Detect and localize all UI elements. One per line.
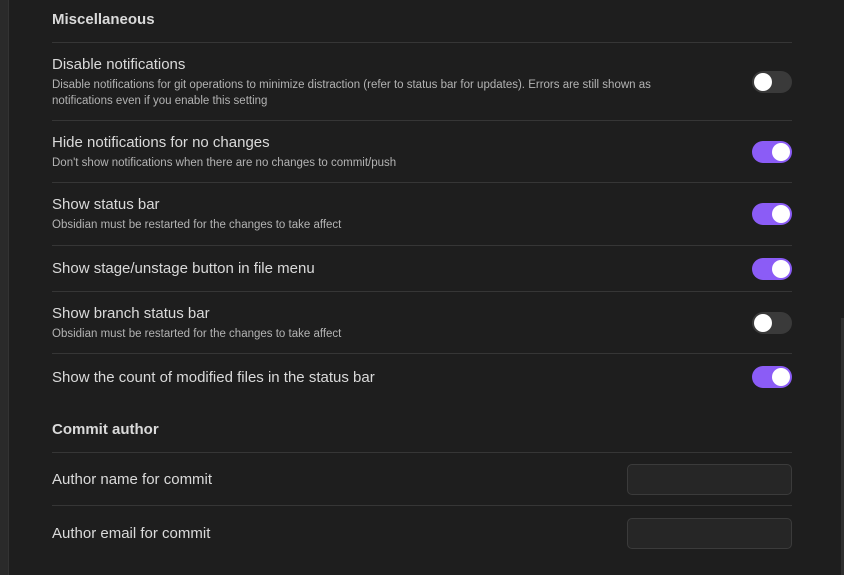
setting-description: Obsidian must be restarted for the chang…	[52, 219, 342, 231]
show-branch-status-bar-toggle[interactable]	[752, 311, 792, 334]
author-name-input[interactable]	[627, 463, 792, 495]
setting-description: Obsidian must be restarted for the chang…	[52, 327, 342, 340]
show-status-bar-toggle[interactable]	[752, 203, 792, 225]
setting-description: Disable notifications for git operations…	[52, 78, 651, 107]
setting-info: Disable notifications Disable notificati…	[52, 55, 752, 109]
toggle-knob	[772, 368, 790, 386]
section-heading-miscellaneous: Miscellaneous	[52, 0, 792, 43]
author-email-input[interactable]	[627, 517, 792, 549]
setting-info: Hide notifications for no changes Don't …	[52, 133, 752, 171]
setting-show-status-bar: Show status bar Obsidian must be restart…	[52, 183, 792, 246]
setting-show-stage-unstage-button: Show stage/unstage button in file menu	[52, 246, 792, 292]
setting-info: Author email for commit	[52, 524, 627, 543]
show-modified-files-count-toggle[interactable]	[752, 366, 792, 388]
scrollbar-track[interactable]	[840, 0, 844, 575]
setting-info: Show stage/unstage button in file menu	[52, 259, 752, 278]
setting-author-name: Author name for commit	[52, 453, 792, 506]
setting-name: Show stage/unstage button in file menu	[52, 260, 315, 277]
toggle-knob	[772, 259, 790, 278]
setting-info: Author name for commit	[52, 470, 627, 489]
setting-name: Hide notifications for no changes	[52, 133, 270, 151]
setting-name: Disable notifications	[52, 55, 186, 73]
setting-description: Don't show notifications when there are …	[52, 156, 397, 169]
section-heading-commit-author: Commit author	[52, 410, 792, 453]
setting-name: Show the count of modified files in the …	[52, 368, 375, 386]
setting-author-email: Author email for commit	[52, 506, 792, 560]
setting-info: Show status bar Obsidian must be restart…	[52, 195, 752, 233]
setting-show-branch-status-bar: Show branch status bar Obsidian must be …	[52, 292, 792, 354]
settings-content: Miscellaneous Disable notifications Disa…	[52, 0, 792, 560]
setting-disable-notifications: Disable notifications Disable notificati…	[52, 43, 792, 121]
setting-name: Show status bar	[52, 196, 160, 213]
disable-notifications-toggle[interactable]	[752, 70, 792, 93]
toggle-knob	[772, 205, 790, 223]
setting-hide-notifications-no-changes: Hide notifications for no changes Don't …	[52, 121, 792, 183]
hide-notifications-no-changes-toggle[interactable]	[752, 140, 792, 163]
toggle-knob	[772, 142, 790, 161]
toggle-knob	[754, 72, 772, 91]
show-stage-unstage-button-toggle[interactable]	[752, 257, 792, 280]
setting-info: Show branch status bar Obsidian must be …	[52, 304, 752, 342]
pane-left-border	[0, 0, 9, 575]
setting-name: Show branch status bar	[52, 304, 210, 322]
setting-show-modified-files-count: Show the count of modified files in the …	[52, 354, 792, 400]
setting-info: Show the count of modified files in the …	[52, 368, 752, 387]
setting-name: Author name for commit	[52, 470, 213, 488]
setting-name: Author email for commit	[52, 524, 211, 542]
toggle-knob	[754, 313, 772, 332]
